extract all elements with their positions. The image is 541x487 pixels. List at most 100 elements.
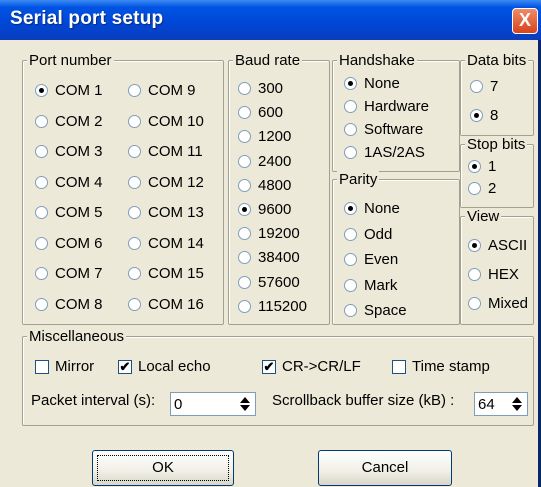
port-label: COM 15 [148, 265, 204, 282]
title-bar[interactable]: Serial port setup X [0, 0, 541, 40]
radio-icon[interactable] [238, 154, 251, 168]
radio-selected-icon[interactable] [468, 160, 481, 173]
radio-icon[interactable] [344, 278, 357, 292]
radio-selected-icon[interactable] [344, 77, 357, 90]
cancel-label: Cancel [361, 459, 409, 476]
parity-label: Space [364, 302, 407, 319]
data-bits-label: 7 [490, 78, 499, 95]
parity-label: None [364, 200, 400, 217]
radio-icon[interactable] [128, 267, 141, 280]
radio-icon[interactable] [238, 299, 251, 313]
radio-selected-icon[interactable] [238, 203, 251, 216]
checkbox-box[interactable] [392, 360, 406, 374]
view-legend: View [465, 208, 502, 225]
miscellaneous-legend: Miscellaneous [27, 328, 127, 345]
port-label: COM 5 [55, 204, 103, 221]
stop-bits-label: 1 [488, 158, 497, 175]
baud-rate-legend: Baud rate [233, 52, 303, 69]
radio-icon[interactable] [35, 114, 48, 128]
radio-icon[interactable] [344, 304, 357, 317]
packet-interval-label: Packet interval (s): [31, 392, 156, 409]
baud-label: 300 [258, 80, 284, 97]
port-label: COM 3 [55, 143, 103, 160]
focus-ring [97, 455, 229, 481]
port-label: COM 1 [55, 82, 103, 99]
radio-icon[interactable] [468, 268, 481, 281]
spinner-buttons[interactable] [509, 393, 527, 415]
cancel-button[interactable]: Cancel [318, 450, 452, 486]
close-button[interactable]: X [512, 8, 538, 34]
radio-icon[interactable] [344, 146, 357, 159]
radio-icon[interactable] [344, 227, 357, 241]
radio-icon[interactable] [128, 236, 141, 250]
radio-selected-icon[interactable] [35, 84, 48, 97]
data-bits-label: 8 [490, 107, 499, 124]
ok-button[interactable]: OK [92, 450, 234, 486]
miscellaneous-group: Miscellaneous [22, 328, 534, 426]
view-label: Mixed [488, 295, 529, 312]
radio-icon[interactable] [128, 84, 141, 97]
mirror-label: Mirror [55, 358, 95, 375]
radio-icon[interactable] [468, 182, 481, 195]
checkmark-icon[interactable]: ✔ [118, 360, 132, 374]
radio-icon[interactable] [128, 145, 141, 158]
baud-label: 2400 [258, 152, 292, 170]
port-label: COM 6 [55, 234, 103, 252]
baud-label: 19200 [258, 225, 300, 243]
checkmark-icon[interactable]: ✔ [262, 360, 276, 374]
parity-legend: Parity [337, 171, 380, 188]
checkbox-box[interactable] [35, 360, 49, 374]
spinner-buttons[interactable] [237, 393, 255, 415]
port-label: COM 14 [148, 234, 204, 252]
local-echo-label: Local echo [138, 358, 211, 375]
cr-crlf-label: CR->CR/LF [282, 358, 361, 375]
radio-icon[interactable] [35, 267, 48, 280]
close-icon: X [518, 10, 531, 30]
port-label: COM 8 [55, 295, 103, 313]
handshake-label: 1AS/2AS [364, 144, 425, 161]
port-label: COM 9 [148, 82, 196, 99]
radio-icon[interactable] [468, 297, 481, 310]
radio-icon[interactable] [35, 297, 48, 311]
radio-icon[interactable] [344, 100, 357, 113]
handshake-legend: Handshake [337, 52, 417, 69]
port-label: COM 12 [148, 173, 204, 191]
radio-icon[interactable] [344, 123, 357, 136]
packet-interval-value[interactable]: 0 [174, 396, 182, 413]
handshake-label: Hardware [364, 98, 430, 115]
radio-icon[interactable] [128, 114, 141, 128]
handshake-label: Software [364, 121, 424, 138]
radio-icon[interactable] [35, 175, 48, 189]
baud-label: 600 [258, 104, 284, 122]
baud-label: 38400 [258, 249, 300, 267]
radio-icon[interactable] [128, 175, 141, 189]
scrollback-spinner[interactable]: 64 [474, 392, 528, 416]
radio-icon[interactable] [238, 82, 251, 95]
port-label: COM 4 [55, 173, 103, 191]
packet-interval-spinner[interactable]: 0 [170, 392, 256, 416]
radio-selected-icon[interactable] [470, 109, 483, 122]
radio-selected-icon[interactable] [344, 202, 357, 215]
baud-label: 1200 [258, 128, 292, 146]
port-label: COM 7 [55, 265, 103, 282]
radio-icon[interactable] [470, 80, 483, 93]
chevron-down-icon[interactable] [240, 405, 250, 411]
radio-icon[interactable] [344, 253, 357, 266]
radio-icon[interactable] [128, 297, 141, 311]
chevron-up-icon[interactable] [512, 397, 522, 403]
radio-icon[interactable] [238, 178, 251, 192]
port-label: COM 13 [148, 204, 204, 221]
view-label: ASCII [488, 237, 528, 254]
radio-icon[interactable] [128, 206, 141, 219]
chevron-down-icon[interactable] [512, 405, 522, 411]
radio-icon[interactable] [35, 206, 48, 219]
radio-icon[interactable] [238, 275, 251, 289]
chevron-up-icon[interactable] [240, 397, 250, 403]
scrollback-value[interactable]: 64 [478, 396, 495, 413]
port-label: COM 11 [148, 143, 203, 160]
radio-icon[interactable] [35, 145, 48, 158]
baud-label: 9600 [258, 201, 292, 218]
radio-icon[interactable] [35, 236, 48, 250]
baud-label: 4800 [258, 176, 292, 194]
radio-selected-icon[interactable] [468, 239, 481, 252]
